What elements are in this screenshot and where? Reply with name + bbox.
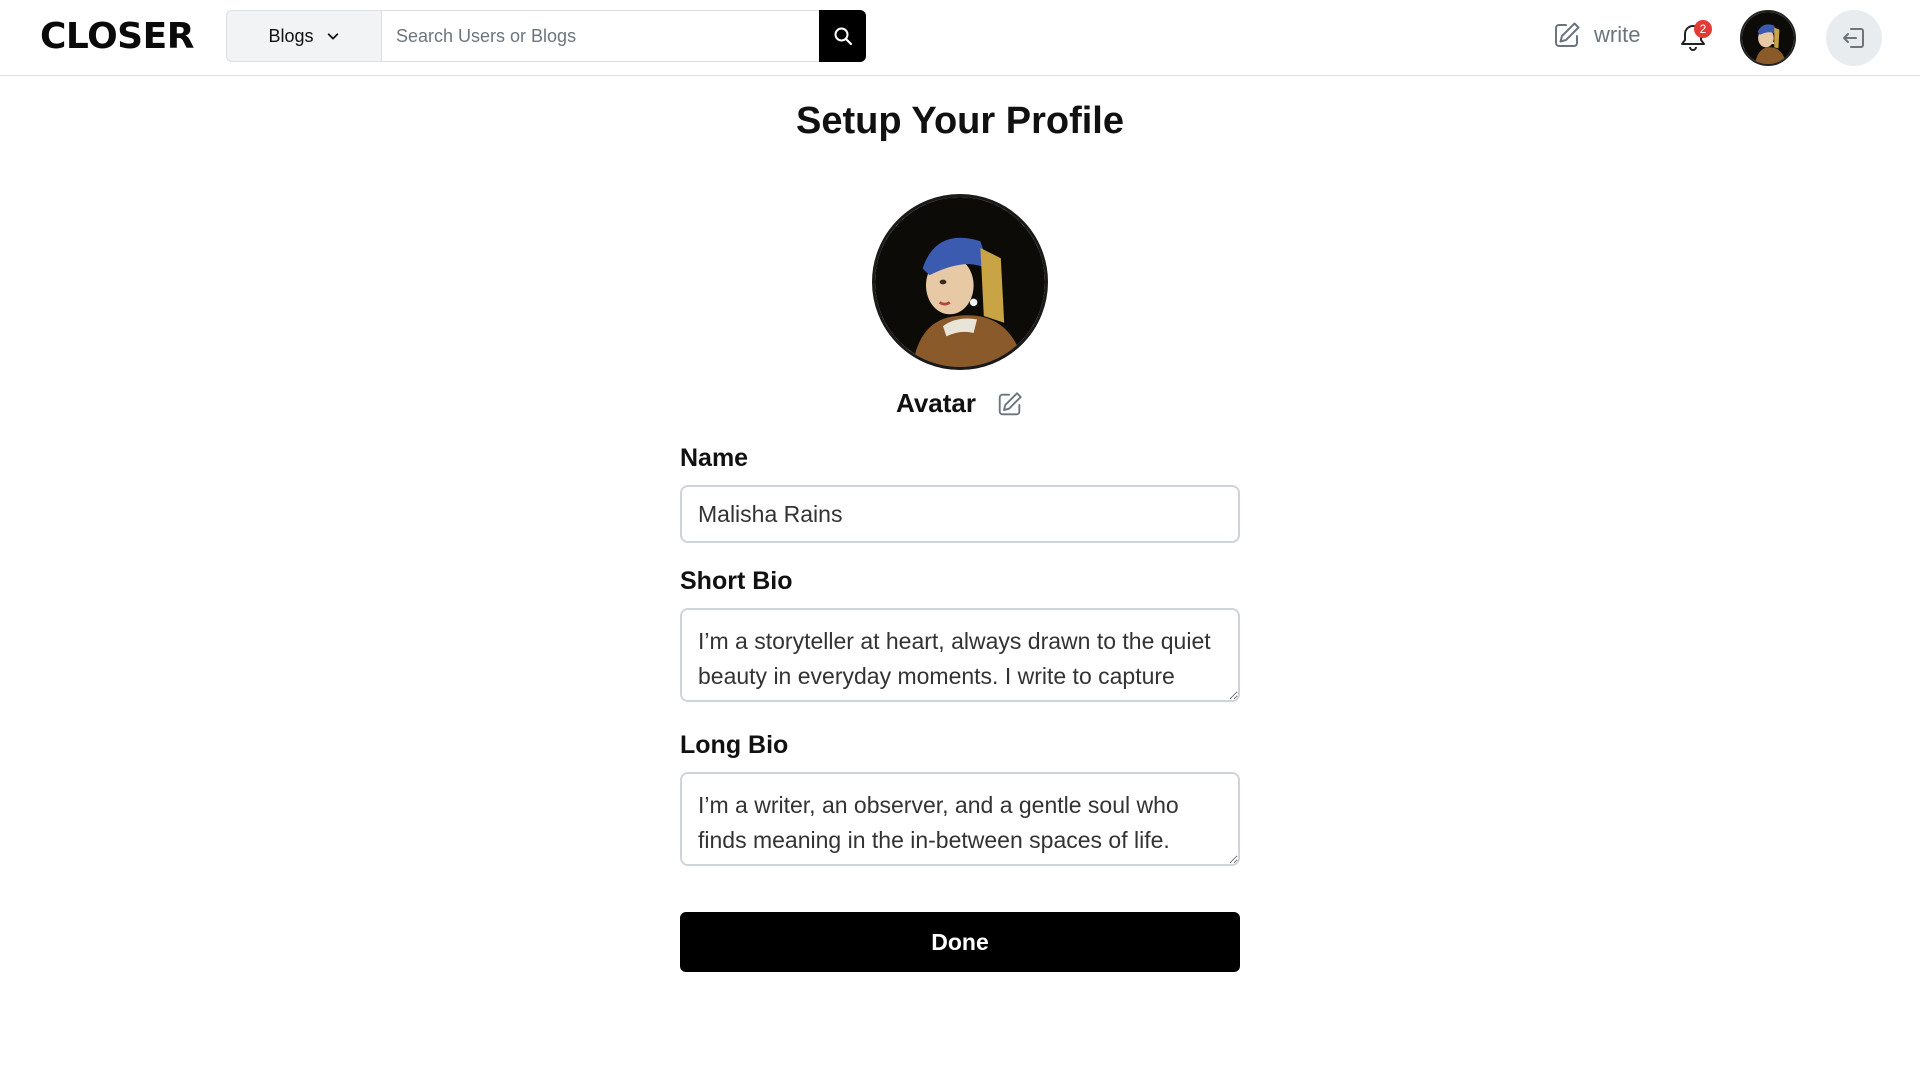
logout-icon <box>1843 28 1864 48</box>
long-bio-textarea[interactable]: I’m a writer, an observer, and a gentle … <box>680 772 1240 866</box>
profile-avatar-image <box>872 194 1048 370</box>
avatar-row: Avatar <box>0 388 1920 419</box>
edit-avatar-icon[interactable] <box>996 390 1024 418</box>
search-bar: Blogs <box>226 10 866 62</box>
write-button[interactable]: write <box>1552 20 1640 50</box>
short-bio-label: Short Bio <box>680 567 793 595</box>
long-bio-label: Long Bio <box>680 731 789 759</box>
notifications-button[interactable]: 2 <box>1678 20 1712 54</box>
name-input[interactable] <box>680 485 1240 543</box>
avatar-label: Avatar <box>896 388 976 418</box>
search-category-dropdown[interactable]: Blogs <box>226 10 381 62</box>
name-label: Name <box>680 444 749 472</box>
notification-badge: 2 <box>1694 20 1712 38</box>
chevron-down-icon <box>327 33 338 40</box>
done-button[interactable]: Done <box>680 912 1240 972</box>
search-input[interactable] <box>381 10 819 62</box>
page-title: Setup Your Profile <box>796 100 1124 142</box>
avatar-portrait-image <box>875 197 1045 367</box>
short-bio-textarea[interactable]: I’m a storyteller at heart, always drawn… <box>680 608 1240 702</box>
pencil-square-icon <box>1555 22 1580 47</box>
search-icon <box>834 27 852 46</box>
search-category-label: Blogs <box>268 25 314 46</box>
user-avatar[interactable] <box>1740 10 1796 66</box>
write-label: write <box>1594 22 1641 47</box>
avatar-portrait-image <box>1742 12 1794 64</box>
profile-form: Name Short Bio I’m a storyteller at hear… <box>680 444 1240 871</box>
search-button[interactable] <box>819 10 866 62</box>
top-navbar: CLOSER Blogs write 2 <box>0 0 1920 76</box>
logout-button[interactable] <box>1826 10 1882 66</box>
app-logo[interactable]: CLOSER <box>40 16 194 57</box>
